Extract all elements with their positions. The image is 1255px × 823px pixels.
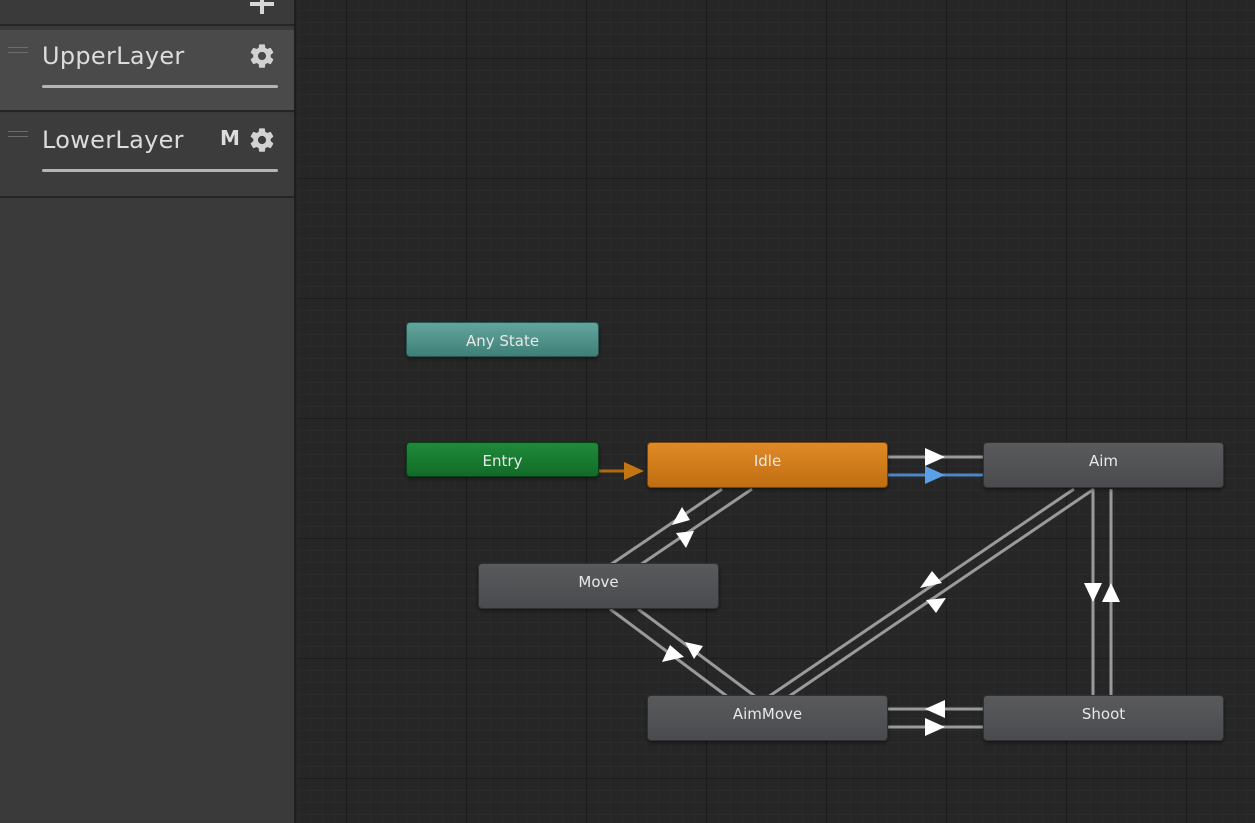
state-aim[interactable]: Aim <box>983 442 1224 488</box>
layer-weight-slider[interactable] <box>42 169 278 172</box>
transition-shoot-aimmove[interactable] <box>888 700 983 736</box>
state-machine-graph[interactable]: Any State Entry Idle Aim Move AimMove Sh… <box>298 0 1255 823</box>
state-any-state[interactable]: Any State <box>406 322 599 357</box>
state-idle[interactable]: Idle <box>647 442 888 488</box>
transition-move-aimmove[interactable] <box>609 607 757 699</box>
state-move[interactable]: Move <box>478 563 719 609</box>
layer-item-lower[interactable]: LowerLayer M <box>0 114 294 198</box>
gear-icon[interactable] <box>248 42 276 70</box>
layers-panel: UpperLayer LowerLayer M <box>0 0 296 823</box>
layer-weight-slider[interactable] <box>42 85 278 88</box>
animator-window: UpperLayer LowerLayer M Any State Entry … <box>0 0 1255 823</box>
drag-handle-icon[interactable] <box>8 131 28 137</box>
layer-name: UpperLayer <box>42 42 185 70</box>
transition-aim-shoot[interactable] <box>1084 489 1120 697</box>
plus-icon[interactable] <box>250 0 274 16</box>
mask-badge: M <box>220 126 240 150</box>
gear-icon[interactable] <box>248 126 276 154</box>
state-shoot[interactable]: Shoot <box>983 695 1224 741</box>
layers-header <box>0 0 294 26</box>
layer-item-upper[interactable]: UpperLayer <box>0 30 294 112</box>
transition-idle-move[interactable] <box>609 487 753 567</box>
transition-entry-idle[interactable] <box>599 462 644 480</box>
drag-handle-icon[interactable] <box>8 47 28 53</box>
transition-idle-aim-selected[interactable] <box>888 466 983 484</box>
transition-aim-idle[interactable] <box>888 448 983 466</box>
transition-aim-aimmove[interactable] <box>767 487 1095 699</box>
layer-name: LowerLayer <box>42 126 184 154</box>
state-aim-move[interactable]: AimMove <box>647 695 888 741</box>
state-entry[interactable]: Entry <box>406 442 599 477</box>
